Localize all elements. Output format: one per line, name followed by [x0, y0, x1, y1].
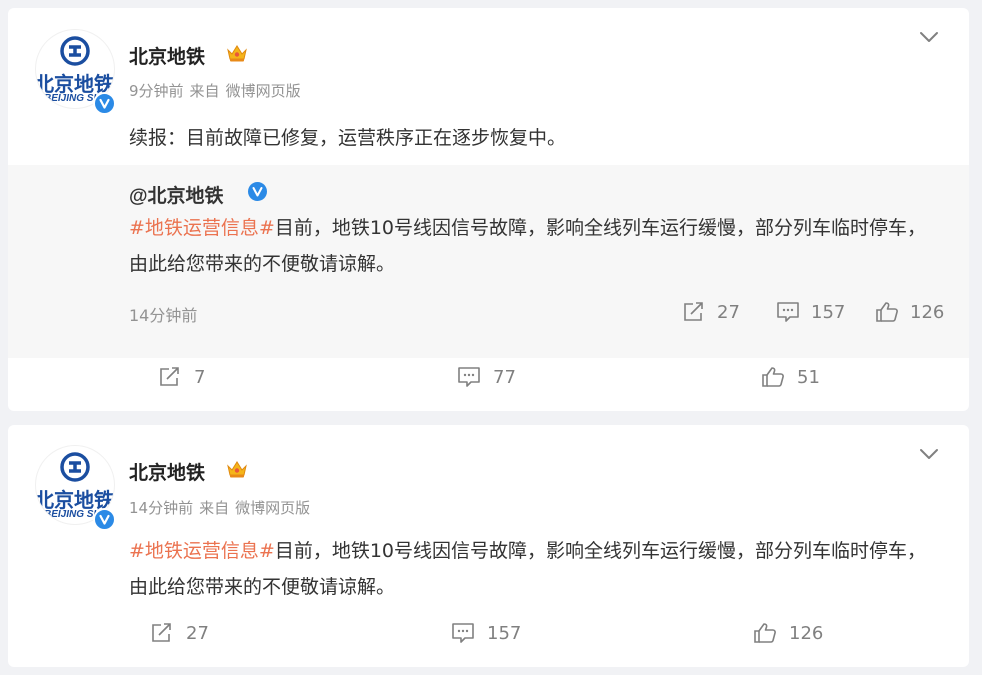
- post-actions: 27 157 126: [8, 622, 969, 652]
- vip-crown-icon: [227, 461, 247, 478]
- chevron-down-icon[interactable]: [919, 30, 939, 44]
- thumbs-up-icon: [876, 302, 898, 322]
- author-name[interactable]: 北京地铁: [129, 42, 205, 69]
- share-count: 27: [186, 622, 209, 644]
- repost-comment-count: 157: [811, 301, 846, 323]
- post-meta: 9分钟前 来自 微博网页版: [129, 80, 307, 101]
- post-text: #地铁运营信息#目前，地铁10号线因信号故障，影响全线列车运行缓慢，部分列车临时…: [129, 533, 939, 605]
- repost-like-button[interactable]: 126: [875, 301, 944, 323]
- share-button[interactable]: 7: [158, 366, 205, 388]
- topic-tag-link[interactable]: #地铁运营信息#: [129, 540, 275, 562]
- vip-crown-icon: [227, 45, 247, 62]
- thumbs-up-icon: [762, 367, 784, 387]
- share-button[interactable]: 27: [150, 622, 209, 644]
- repost-author[interactable]: @北京地铁: [129, 181, 224, 208]
- topic-tag-link[interactable]: #地铁运营信息#: [129, 217, 275, 239]
- verified-badge-icon: [93, 92, 116, 115]
- weibo-post-card: 北京地铁 BEIJING SUBWAY 北京地铁 9分钟前来自微博网页版 续报：…: [8, 8, 969, 411]
- post-time[interactable]: 9分钟前: [129, 82, 184, 100]
- share-icon: [160, 367, 179, 386]
- comment-button[interactable]: 77: [457, 366, 516, 388]
- repost-like-count: 126: [910, 301, 945, 323]
- beijing-subway-logo-icon: [60, 36, 90, 66]
- repost-share-count: 27: [717, 301, 740, 323]
- comment-count: 157: [487, 622, 522, 644]
- source-prefix: 来自: [189, 82, 220, 100]
- like-count: 126: [789, 622, 824, 644]
- post-source: 微博网页版: [225, 82, 301, 100]
- like-count: 51: [797, 366, 820, 388]
- repost-time[interactable]: 14分钟前: [129, 302, 197, 326]
- beijing-subway-logo-icon: [60, 452, 90, 482]
- comment-icon: [777, 302, 799, 322]
- author-name[interactable]: 北京地铁: [129, 458, 205, 485]
- comment-button[interactable]: 157: [451, 622, 521, 644]
- verified-badge-icon: [248, 182, 267, 201]
- repost-text: #地铁运营信息#目前，地铁10号线因信号故障，影响全线列车运行缓慢，部分列车临时…: [129, 210, 939, 282]
- post-meta: 14分钟前 来自 微博网页版: [129, 497, 316, 518]
- post-text: 续报：目前故障已修复，运营秩序正在逐步恢复中。: [129, 127, 567, 149]
- source-prefix: 来自: [199, 499, 230, 517]
- like-button[interactable]: 51: [761, 366, 820, 388]
- chevron-down-icon[interactable]: [919, 447, 939, 461]
- comment-icon: [458, 367, 480, 387]
- verified-badge-icon: [93, 508, 116, 531]
- like-button[interactable]: 126: [753, 622, 823, 644]
- comment-icon: [452, 623, 474, 643]
- share-count: 7: [194, 366, 206, 388]
- post-source: 微博网页版: [235, 499, 311, 517]
- repost-quote[interactable]: @北京地铁 #地铁运营信息#目前，地铁10号线因信号故障，影响全线列车运行缓慢，…: [8, 165, 969, 358]
- comment-count: 77: [493, 366, 516, 388]
- share-icon: [152, 623, 171, 642]
- post-actions: 7 77 51: [8, 366, 969, 396]
- share-icon: [684, 302, 703, 321]
- thumbs-up-icon: [754, 623, 776, 643]
- repost-comment-button[interactable]: 157: [776, 301, 845, 323]
- repost-share-button[interactable]: 27: [682, 301, 740, 323]
- weibo-post-card: 北京地铁 BEIJING SUBWAY 北京地铁 14分钟前来自微博网页版 #地…: [8, 425, 969, 667]
- post-time[interactable]: 14分钟前: [129, 499, 193, 517]
